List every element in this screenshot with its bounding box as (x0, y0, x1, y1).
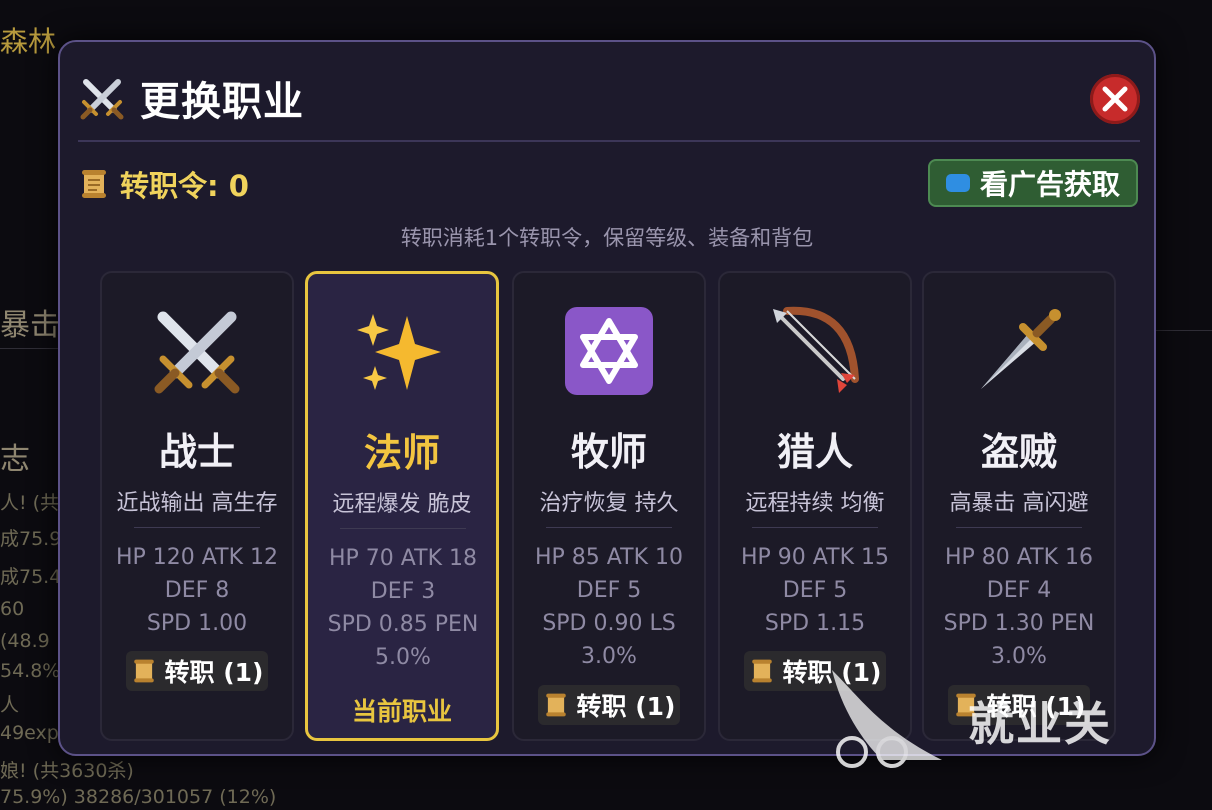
class-name: 战士 (158, 430, 235, 474)
change-class-label: 转职 (1) (164, 658, 264, 687)
watch-ad-label: 看广告获取 (979, 168, 1120, 201)
stat-line: HP 80 ATK 16 (945, 545, 1093, 570)
stat-line: SPD 1.30 PEN (943, 611, 1095, 636)
close-icon (1102, 86, 1128, 112)
close-button[interactable] (1090, 74, 1140, 124)
dialog-header: 更换职业 (78, 70, 304, 126)
watch-ad-button[interactable]: 看广告获取 (928, 159, 1138, 207)
card-divider (134, 527, 260, 528)
stat-line: 3.0% (581, 644, 637, 669)
log-line: 成75.9 (0, 528, 62, 550)
star-of-david-icon (565, 307, 653, 395)
log-heading: 志 (0, 442, 30, 477)
stat-line: SPD 1.15 (764, 611, 866, 636)
log-line: 娘! (共3630杀) (0, 760, 134, 782)
log-line: (48.9 (0, 630, 50, 652)
stat-line: HP 70 ATK 18 (329, 546, 477, 571)
video-ad-icon (945, 174, 970, 192)
header-divider (78, 140, 1140, 142)
stat-line: DEF 5 (782, 578, 848, 603)
card-divider (956, 527, 1082, 528)
class-card-priest[interactable]: 牧师 治疗恢复 持久 HP 85 ATK 10 DEF 5 SPD 0.90 L… (512, 271, 706, 741)
stat-line: SPD 0.90 LS (542, 611, 676, 636)
card-divider (752, 527, 878, 528)
class-change-hint: 转职消耗1个转职令，保留等级、装备和背包 (400, 226, 814, 250)
section-heading: 暴击 (0, 308, 60, 343)
class-name: 法师 (363, 431, 440, 475)
log-line: 人 (0, 694, 20, 716)
stat-line: HP 85 ATK 10 (535, 545, 683, 570)
class-description: 远程持续 均衡 (745, 491, 885, 516)
watermark-text: 就业关 (968, 697, 1112, 751)
log-line: 成75.4 (0, 566, 62, 588)
change-class-dialog: 更换职业 转职令: 0 看广告获取 转职消耗1个转职令，保留等级、装备和背包 战… (58, 40, 1156, 756)
class-name: 猎人 (776, 430, 853, 474)
class-stats: HP 80 ATK 16 DEF 4 SPD 1.30 PEN 3.0% (928, 541, 1110, 673)
stat-line: SPD 1.00 (146, 611, 248, 636)
stat-line: DEF 4 (986, 578, 1052, 603)
watermark-logo-icon (832, 670, 942, 768)
scroll-icon (82, 170, 106, 198)
change-class-button[interactable]: 转职 (1) (538, 685, 680, 725)
class-description: 近战输出 高生存 (116, 491, 278, 516)
class-name: 盗贼 (980, 430, 1057, 474)
dialog-title: 更换职业 (140, 79, 304, 125)
card-divider (546, 527, 672, 528)
stat-line: DEF 8 (164, 578, 230, 603)
bow-and-arrow-icon (773, 306, 859, 393)
stat-line: SPD 0.85 PEN (327, 612, 479, 637)
crossed-swords-icon (154, 311, 240, 394)
card-divider (340, 528, 466, 529)
class-stats: HP 70 ATK 18 DEF 3 SPD 0.85 PEN 5.0% (312, 542, 494, 674)
sparkles-icon (357, 314, 441, 390)
stat-line: HP 90 ATK 15 (741, 545, 889, 570)
class-description: 高暴击 高闪避 (949, 491, 1089, 516)
crossed-swords-icon (80, 79, 124, 120)
change-class-button[interactable]: 转职 (1) (126, 651, 268, 691)
stat-line: DEF 5 (576, 578, 642, 603)
log-line: 49exp (0, 722, 59, 744)
log-line: 60 (0, 598, 25, 620)
token-counter: 转职令: 0 (78, 162, 249, 206)
background-divider-right (1156, 330, 1212, 331)
scroll-icon (133, 659, 154, 683)
scroll-icon (545, 693, 566, 717)
class-name: 牧师 (570, 430, 647, 474)
class-stats: HP 90 ATK 15 DEF 5 SPD 1.15 (724, 541, 906, 640)
log-line: 54.8% (0, 660, 61, 682)
class-card-mage[interactable]: 法师 远程爆发 脆皮 HP 70 ATK 18 DEF 3 SPD 0.85 P… (305, 271, 499, 741)
watermark: 就业关 (822, 660, 1182, 780)
log-line: 人! (共 (0, 492, 60, 514)
stat-line: HP 120 ATK 12 (116, 545, 278, 570)
class-card-warrior[interactable]: 战士 近战输出 高生存 HP 120 ATK 12 DEF 8 SPD 1.00… (100, 271, 294, 741)
log-line: 75.9%) 38286/301057 (12%) (0, 786, 277, 808)
current-class-label: 当前职业 (351, 697, 452, 726)
stat-line: DEF 3 (370, 579, 436, 604)
class-stats: HP 85 ATK 10 DEF 5 SPD 0.90 LS 3.0% (518, 541, 700, 673)
change-class-label: 转职 (1) (576, 692, 676, 721)
stat-line: 5.0% (375, 645, 431, 670)
class-description: 远程爆发 脆皮 (332, 492, 472, 517)
class-description: 治疗恢复 持久 (539, 491, 679, 516)
area-name: 森林 (0, 25, 57, 58)
dagger-icon (981, 309, 1061, 389)
background-divider (0, 348, 58, 349)
scroll-icon (751, 659, 772, 683)
token-count-label: 转职令: 0 (120, 169, 249, 203)
class-stats: HP 120 ATK 12 DEF 8 SPD 1.00 (106, 541, 288, 640)
